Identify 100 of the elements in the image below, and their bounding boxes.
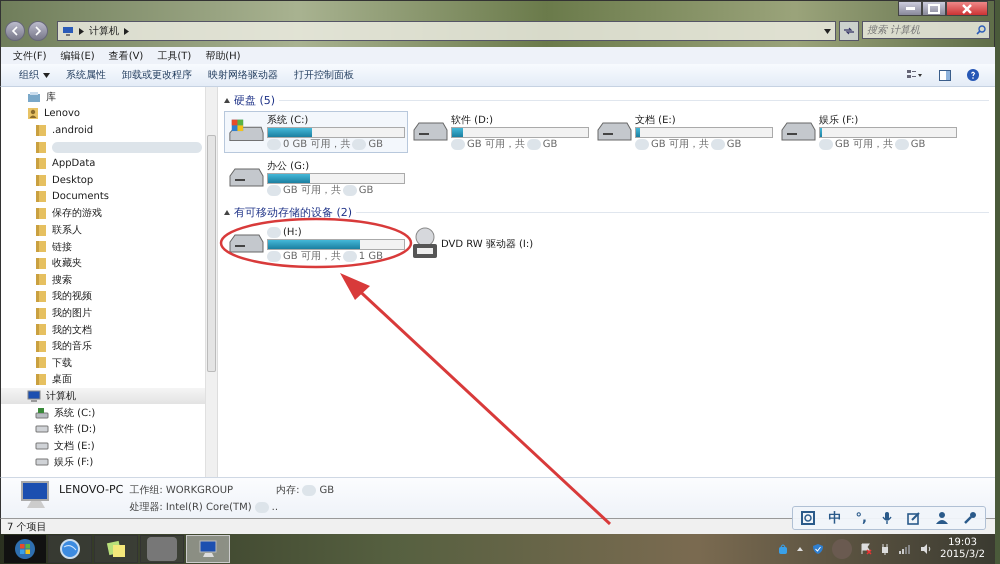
blurred-patch [635, 138, 649, 150]
address-bar[interactable]: 计算机 [57, 21, 836, 41]
free-space-text: 0 GB 可用，共 [283, 138, 350, 150]
search-icon [976, 25, 986, 35]
speaker-icon[interactable] [920, 543, 932, 555]
tree-item[interactable]: 收藏夹 [1, 254, 205, 272]
menu-item[interactable]: 工具(T) [157, 48, 192, 62]
chevron-icon[interactable] [79, 28, 84, 34]
flag-icon[interactable] [860, 543, 872, 555]
folder-icon [35, 140, 47, 154]
input-mode-toggle[interactable]: 中 [828, 509, 842, 527]
scrollbar[interactable] [205, 87, 217, 477]
menu-item[interactable]: 帮助(H) [205, 48, 241, 62]
tree-item[interactable]: 搜索 [1, 272, 205, 288]
drive-tile[interactable]: 娱乐 (F:) GB 可用，共 GB [776, 111, 960, 153]
tree-item[interactable]: 链接 [1, 238, 205, 255]
drive-tile[interactable]: DVD RW 驱动器 (I:) [408, 223, 592, 265]
tree-item[interactable]: 我的图片 [1, 304, 205, 322]
tree-item[interactable]: Desktop [1, 172, 205, 189]
tree-item[interactable]: .android [1, 122, 205, 139]
tree-item[interactable]: 娱乐 (F:) [1, 454, 205, 471]
back-button[interactable] [5, 21, 25, 41]
collapse-arrow-icon[interactable] [224, 98, 230, 102]
tree-item[interactable]: AppData [1, 155, 205, 172]
blurred-patch [302, 484, 316, 496]
drive-tile[interactable]: (H:) GB 可用，共 1 GB [224, 223, 408, 265]
start-button[interactable] [4, 535, 46, 563]
user-icon[interactable] [935, 511, 949, 525]
shield-icon[interactable] [812, 543, 824, 555]
search-field[interactable]: 搜索 计算机 [862, 21, 990, 39]
drive-name: (H:) [283, 226, 302, 238]
taskbar-button[interactable] [48, 535, 92, 563]
folder-icon [35, 290, 47, 303]
toolbar-button[interactable]: 组织 [17, 68, 52, 82]
blurred-patch [526, 138, 541, 150]
drive-tile[interactable]: 软件 (D:) GB 可用，共 GB [408, 111, 592, 153]
breadcrumb[interactable]: 计算机 [89, 24, 119, 38]
folder-icon [35, 356, 47, 370]
close-button[interactable] [946, 1, 988, 16]
toolbar-button[interactable]: 系统属性 [64, 68, 108, 82]
sticky-notes-icon [105, 539, 127, 559]
drive-tile[interactable]: 系统 (C:) 0 GB 可用，共 GB [224, 111, 408, 153]
view-options-button[interactable] [905, 70, 925, 80]
chevron-icon[interactable] [124, 28, 129, 34]
tree-item[interactable]: 保存的游戏 [1, 205, 205, 222]
tree-item[interactable]: 我的音乐 [1, 338, 205, 354]
tree-item[interactable]: 计算机 [1, 388, 205, 404]
tree-item[interactable]: 我的视频 [1, 288, 205, 305]
collapse-arrow-icon[interactable] [224, 210, 230, 214]
drive-name: 系统 (C:) [267, 114, 308, 126]
wrench-icon[interactable] [963, 511, 977, 525]
maximize-button[interactable] [922, 1, 946, 16]
minimize-button[interactable] [898, 1, 922, 16]
toolbar-button[interactable]: 映射网络驱动器 [206, 68, 280, 82]
tree-item[interactable]: Documents [1, 188, 205, 206]
blurred-patch [342, 250, 357, 262]
menu-item[interactable]: 查看(V) [108, 48, 144, 62]
dropdown-arrow-icon[interactable] [824, 28, 831, 34]
toolbar-button[interactable]: 卸载或更改程序 [120, 68, 194, 82]
folder-icon [35, 372, 47, 386]
menu-item[interactable]: 文件(F) [13, 48, 47, 62]
computer-icon [197, 539, 219, 559]
tree-item[interactable]: 系统 (C:) [1, 404, 205, 421]
tree-item[interactable]: 桌面 [1, 371, 205, 388]
taskbar-button[interactable] [94, 535, 138, 563]
tree-item[interactable]: Lenovo [1, 106, 205, 122]
toolbar-button[interactable]: 打开控制面板 [292, 68, 356, 82]
start-orb-icon [14, 538, 36, 560]
clock[interactable]: 19:03 2015/3/2 [940, 537, 985, 561]
tree-item[interactable]: 我的文档 [1, 321, 205, 338]
close-icon [961, 4, 973, 14]
refresh-button[interactable] [839, 21, 859, 41]
punctuation-toggle[interactable]: °, [856, 510, 867, 526]
tree-item[interactable]: 库 [1, 89, 205, 106]
blurred-patch [267, 250, 281, 262]
power-plug-icon[interactable] [880, 543, 890, 555]
total-space-text: GB [910, 138, 926, 150]
edit-icon[interactable] [907, 511, 921, 525]
group-heading: 硬盘 (5) [234, 92, 276, 108]
tree-item[interactable]: 软件 (D:) [1, 420, 205, 438]
drive-tile[interactable]: 办公 (G:) GB 可用，共 GB [224, 157, 408, 199]
drive-tile[interactable]: 文档 (E:) GB 可用，共 GB [592, 111, 776, 153]
forward-button[interactable] [28, 21, 48, 41]
signal-icon[interactable] [898, 544, 912, 554]
help-button[interactable] [965, 69, 981, 81]
total-space-text: GB [358, 184, 374, 196]
drive-icon [35, 425, 49, 434]
tree-item[interactable]: 文档 (E:) [1, 437, 205, 454]
tree-item[interactable]: 下载 [1, 354, 205, 372]
drive-icon [35, 458, 49, 466]
menu-item[interactable]: 编辑(E) [60, 48, 95, 62]
tree-item[interactable]: 联系人 [1, 222, 205, 238]
preview-pane-button[interactable] [937, 70, 953, 80]
blurred-patch [819, 138, 833, 150]
folder-icon [35, 273, 47, 286]
dvd-drive-icon [411, 227, 439, 261]
show-hidden-icons[interactable] [796, 545, 804, 553]
microphone-icon[interactable] [881, 511, 893, 525]
keyboard-box-icon[interactable] [800, 511, 815, 525]
free-space-text: GB 可用，共 [467, 138, 525, 150]
